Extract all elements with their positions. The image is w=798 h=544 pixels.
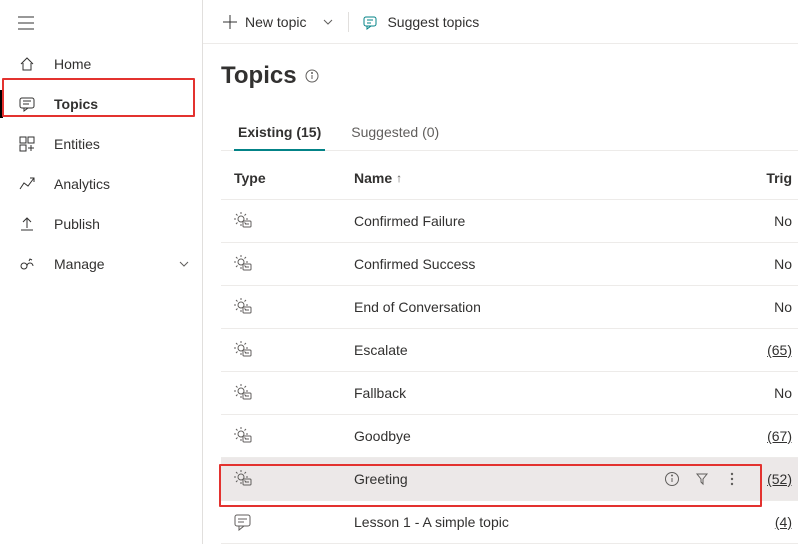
table-row[interactable]: Confirmed Success No bbox=[221, 243, 798, 286]
column-header-type[interactable]: Type bbox=[234, 170, 354, 186]
hamburger-button[interactable] bbox=[0, 10, 202, 44]
row-trigger: No bbox=[758, 256, 798, 272]
row-type-icon bbox=[234, 212, 354, 230]
table-row[interactable]: Escalate (65) bbox=[221, 329, 798, 372]
separator bbox=[348, 12, 349, 32]
row-name[interactable]: Greeting bbox=[354, 471, 638, 487]
publish-icon bbox=[18, 215, 36, 233]
manage-icon bbox=[18, 255, 36, 273]
more-icon[interactable] bbox=[724, 471, 740, 487]
nav-item-home[interactable]: Home bbox=[0, 44, 202, 84]
row-type-icon bbox=[234, 298, 354, 316]
nav-item-label: Home bbox=[54, 56, 190, 72]
page-title-text: Topics bbox=[221, 62, 297, 90]
row-trigger: No bbox=[758, 385, 798, 401]
sidebar: Home Topics Entities Analytics Publish Manage bbox=[0, 0, 203, 544]
column-header-trigger[interactable]: Trig bbox=[758, 170, 798, 186]
nav-item-label: Analytics bbox=[54, 176, 190, 192]
column-header-name[interactable]: Name ↑ bbox=[354, 170, 638, 186]
nav-item-manage[interactable]: Manage bbox=[0, 244, 202, 284]
entities-icon bbox=[18, 135, 36, 153]
plus-icon bbox=[223, 15, 237, 29]
row-type-icon bbox=[234, 255, 354, 273]
tab-suggested-label: Suggested (0) bbox=[351, 124, 439, 140]
chat-icon bbox=[18, 95, 36, 113]
suggest-topics-button[interactable]: Suggest topics bbox=[357, 6, 485, 38]
tabs: Existing (15) Suggested (0) bbox=[221, 114, 798, 151]
chevron-down-icon bbox=[178, 258, 190, 270]
info-icon[interactable] bbox=[305, 69, 319, 83]
content-area: Topics Existing (15) Suggested (0) Type bbox=[203, 44, 798, 544]
suggest-topics-label: Suggest topics bbox=[387, 14, 479, 30]
row-name[interactable]: Confirmed Success bbox=[354, 256, 638, 272]
nav-item-topics[interactable]: Topics bbox=[0, 84, 202, 124]
table-row[interactable]: Goodbye (67) bbox=[221, 415, 798, 458]
command-bar: New topic Suggest topics bbox=[203, 0, 798, 44]
suggest-icon bbox=[363, 14, 379, 30]
nav-item-label: Entities bbox=[54, 136, 190, 152]
tab-existing[interactable]: Existing (15) bbox=[234, 114, 325, 150]
table-row[interactable]: Fallback No bbox=[221, 372, 798, 415]
row-name[interactable]: Lesson 1 - A simple topic bbox=[354, 514, 638, 530]
topics-table: Type Name ↑ Trig Confirmed Failure No bbox=[221, 157, 798, 544]
nav-item-entities[interactable]: Entities bbox=[0, 124, 202, 164]
nav-item-label: Manage bbox=[54, 256, 178, 272]
analytics-icon bbox=[18, 175, 36, 193]
new-topic-dropdown[interactable] bbox=[316, 6, 340, 38]
row-trigger[interactable]: (67) bbox=[758, 428, 798, 444]
main-panel: New topic Suggest topics bbox=[203, 0, 798, 544]
table-row[interactable]: Lesson 1 - A simple topic (4) bbox=[221, 501, 798, 544]
row-name[interactable]: Confirmed Failure bbox=[354, 213, 638, 229]
nav-item-label: Topics bbox=[54, 96, 190, 112]
row-type-icon bbox=[234, 513, 354, 531]
row-trigger: No bbox=[758, 213, 798, 229]
table-row[interactable]: End of Conversation No bbox=[221, 286, 798, 329]
table-header: Type Name ↑ Trig bbox=[221, 157, 798, 200]
chevron-down-icon bbox=[322, 16, 334, 28]
row-type-icon bbox=[234, 470, 354, 488]
tab-existing-label: Existing (15) bbox=[238, 124, 321, 140]
sort-asc-icon: ↑ bbox=[396, 171, 402, 185]
home-icon bbox=[18, 55, 36, 73]
row-name[interactable]: Fallback bbox=[354, 385, 638, 401]
row-type-icon bbox=[234, 427, 354, 445]
hamburger-icon bbox=[18, 16, 34, 30]
row-type-icon bbox=[234, 384, 354, 402]
row-name[interactable]: Goodbye bbox=[354, 428, 638, 444]
filter-icon[interactable] bbox=[694, 471, 710, 487]
info-icon[interactable] bbox=[664, 471, 680, 487]
nav-item-publish[interactable]: Publish bbox=[0, 204, 202, 244]
page-title: Topics bbox=[221, 62, 798, 90]
nav-item-analytics[interactable]: Analytics bbox=[0, 164, 202, 204]
row-type-icon bbox=[234, 341, 354, 359]
row-trigger: No bbox=[758, 299, 798, 315]
tab-suggested[interactable]: Suggested (0) bbox=[347, 114, 443, 150]
row-actions bbox=[638, 471, 758, 487]
table-row[interactable]: Greeting (52) bbox=[221, 458, 798, 501]
table-row[interactable]: Confirmed Failure No bbox=[221, 200, 798, 243]
row-trigger[interactable]: (4) bbox=[758, 514, 798, 530]
row-name[interactable]: Escalate bbox=[354, 342, 638, 358]
nav-item-label: Publish bbox=[54, 216, 190, 232]
row-trigger[interactable]: (52) bbox=[758, 471, 798, 487]
new-topic-label: New topic bbox=[245, 14, 306, 30]
new-topic-button[interactable]: New topic bbox=[217, 6, 312, 38]
row-trigger[interactable]: (65) bbox=[758, 342, 798, 358]
row-name[interactable]: End of Conversation bbox=[354, 299, 638, 315]
